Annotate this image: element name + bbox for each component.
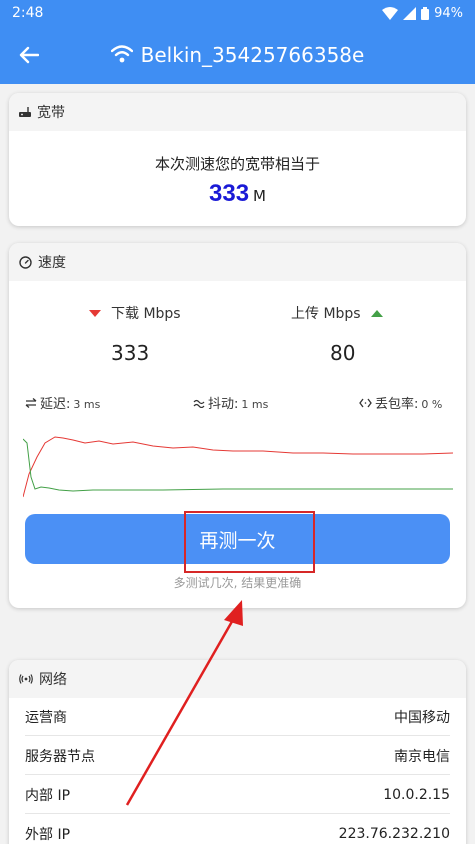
quality-metrics: 延迟: 3 ms 抖动: 1 ms 丢包率: 0 % — [9, 393, 466, 412]
packet-loss-metric: 丢包率: 0 % — [359, 393, 442, 412]
latency-metric: 延迟: 3 ms — [25, 393, 100, 412]
speed-history-chart — [23, 436, 453, 498]
broadband-card-header: 宽带 — [9, 93, 466, 131]
network-row-internal-ip: 内部 IP 10.0.2.15 — [25, 776, 450, 814]
carrier-label: 运营商 — [25, 709, 67, 726]
speedometer-icon — [19, 255, 32, 269]
speed-card-header: 速度 — [9, 243, 466, 281]
wifi-signal-icon — [382, 6, 399, 20]
broadband-card: 宽带 本次测速您的宽带相当于 333 M — [9, 93, 466, 226]
swap-arrows-icon — [25, 398, 37, 408]
network-header-label: 网络 — [39, 672, 67, 688]
latency-label: 延迟: — [40, 397, 71, 412]
network-row-external-ip: 外部 IP 223.76.232.210 — [25, 815, 450, 844]
internal-ip-value: 10.0.2.15 — [383, 786, 450, 803]
wifi-icon — [110, 45, 133, 63]
download-speed-line — [23, 436, 453, 498]
network-card: 网络 运营商 中国移动 服务器节点 南京电信 内部 IP 10.0.2.15 外… — [9, 660, 466, 844]
download-value: 333 — [111, 341, 150, 365]
network-row-server: 服务器节点 南京电信 — [25, 737, 450, 775]
network-name-title: Belkin_35425766358e — [140, 43, 365, 67]
broadband-unit: M — [253, 187, 266, 205]
status-bar: 2:48 94% — [0, 0, 475, 26]
network-row-carrier: 运营商 中国移动 — [25, 698, 450, 736]
download-label: 下载 Mbps — [111, 306, 181, 322]
download-label-group: 下载 Mbps — [89, 303, 181, 323]
download-triangle-icon — [89, 309, 101, 317]
packet-loss-label: 丢包率: — [375, 397, 419, 412]
speed-card: 速度 下载 Mbps 上传 Mbps 333 80 延迟: 3 ms 抖动: 1… — [9, 243, 466, 608]
carrier-value: 中国移动 — [394, 709, 450, 726]
server-node-label: 服务器节点 — [25, 748, 95, 765]
external-ip-label: 外部 IP — [25, 827, 71, 843]
internal-ip-label: 内部 IP — [25, 787, 71, 804]
retest-button[interactable]: 再测一次 — [25, 514, 450, 564]
jitter-metric: 抖动: 1 ms — [193, 393, 268, 412]
broadcast-icon — [19, 674, 33, 684]
packet-loss-value: 0 % — [421, 398, 443, 411]
latency-value: 3 ms — [73, 398, 101, 411]
speed-labels: 下载 Mbps 上传 Mbps — [9, 303, 466, 323]
upload-label-group: 上传 Mbps — [291, 303, 383, 323]
external-ip-value: 223.76.232.210 — [338, 826, 450, 842]
broadband-equivalent: 333 M — [9, 180, 466, 208]
broadband-summary-text: 本次测速您的宽带相当于 — [154, 155, 320, 173]
cell-signal-icon — [403, 6, 417, 20]
server-node-value: 南京电信 — [394, 748, 450, 765]
jitter-label: 抖动: — [208, 397, 239, 412]
upload-value: 80 — [330, 341, 356, 365]
system-icons: 94% — [382, 6, 463, 21]
upload-speed-line — [23, 438, 453, 492]
app-bar: Belkin_35425766358e — [0, 26, 475, 84]
upload-label: 上传 Mbps — [291, 306, 361, 322]
app-title-wrap: Belkin_35425766358e — [0, 26, 475, 84]
broadband-value: 333 — [209, 180, 250, 207]
network-card-header: 网络 — [9, 660, 466, 698]
jitter-wave-icon — [193, 399, 205, 408]
broadband-header-label: 宽带 — [37, 105, 65, 121]
battery-percent: 94% — [434, 5, 463, 21]
upload-triangle-icon — [370, 309, 383, 317]
status-time: 2:48 — [12, 5, 44, 21]
code-brackets-icon — [359, 398, 372, 408]
speed-header-label: 速度 — [38, 255, 66, 271]
router-icon — [19, 107, 31, 117]
jitter-value: 1 ms — [241, 398, 269, 411]
retest-hint: 多测试几次, 结果更准确 — [173, 576, 302, 590]
battery-icon — [421, 6, 430, 20]
